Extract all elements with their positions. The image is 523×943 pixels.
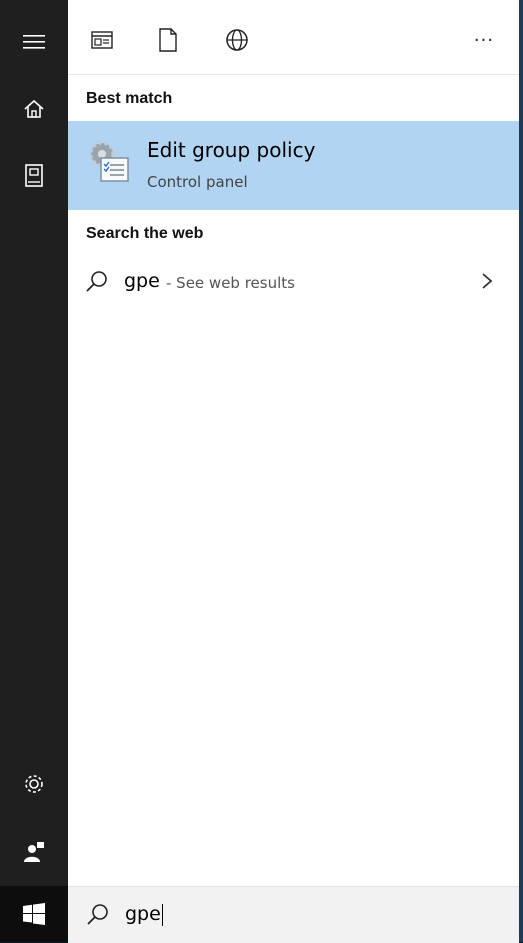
web-query-text: gpe bbox=[124, 270, 160, 292]
more-options-icon: ··· bbox=[473, 29, 495, 51]
web-query-suffix: - See web results bbox=[166, 274, 295, 292]
home-button[interactable] bbox=[0, 81, 68, 137]
left-rail bbox=[0, 0, 68, 942]
hamburger-menu-icon bbox=[23, 35, 45, 49]
more-options-button[interactable]: ··· bbox=[464, 20, 504, 60]
group-policy-icon bbox=[89, 141, 129, 182]
results-panel: ··· Best match Edit group policy Control… bbox=[68, 0, 519, 886]
windows-start-icon bbox=[23, 903, 45, 925]
web-result-row[interactable]: gpe - See web results bbox=[68, 258, 519, 306]
documents-icon bbox=[159, 28, 177, 52]
notebook-button[interactable] bbox=[0, 148, 68, 204]
settings-gear-icon bbox=[25, 775, 43, 793]
search-box[interactable]: gpe bbox=[68, 886, 519, 943]
menu-button[interactable] bbox=[0, 14, 68, 70]
feedback-button[interactable] bbox=[0, 824, 68, 880]
search-input-text: gpe bbox=[125, 903, 161, 925]
web-icon bbox=[226, 29, 248, 51]
search-box-icon bbox=[87, 904, 108, 925]
start-button[interactable] bbox=[0, 886, 68, 942]
notebook-icon bbox=[25, 164, 43, 187]
feedback-person-icon bbox=[24, 842, 44, 862]
documents-filter-button[interactable] bbox=[148, 20, 188, 60]
settings-button[interactable] bbox=[0, 756, 68, 812]
web-filter-button[interactable] bbox=[217, 20, 257, 60]
search-icon bbox=[86, 271, 107, 292]
best-match-result[interactable]: Edit group policy Control panel bbox=[68, 121, 519, 210]
text-caret bbox=[161, 903, 163, 926]
search-web-heading: Search the web bbox=[86, 225, 204, 242]
apps-icon bbox=[91, 31, 113, 49]
desktop-edge bbox=[519, 0, 523, 942]
apps-filter-button[interactable] bbox=[82, 20, 122, 60]
best-match-heading: Best match bbox=[86, 90, 173, 107]
filter-toolbar: ··· bbox=[68, 0, 519, 75]
result-title: Edit group policy bbox=[147, 138, 316, 162]
search-input[interactable]: gpe bbox=[125, 903, 163, 926]
home-icon bbox=[24, 99, 44, 118]
search-window: ··· Best match Edit group policy Control… bbox=[0, 0, 519, 943]
result-subtitle: Control panel bbox=[147, 173, 248, 191]
chevron-right-icon bbox=[482, 273, 493, 289]
